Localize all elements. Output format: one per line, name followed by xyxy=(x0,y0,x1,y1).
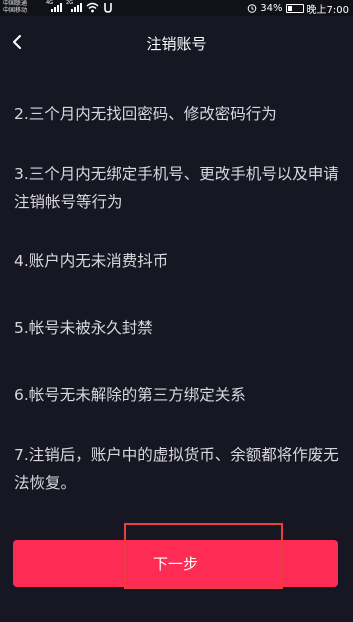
app-notification-icon xyxy=(104,3,112,13)
alarm-icon xyxy=(247,4,257,13)
requirement-item: 4.账户内无未消费抖币 xyxy=(14,252,169,270)
status-right: 34% 晚上7:00 xyxy=(247,1,349,16)
carrier-1-name: 中国联通 xyxy=(3,0,28,7)
next-step-button[interactable]: 下一步 xyxy=(13,540,338,587)
requirement-item: 3.三个月内无绑定手机号、更改手机号以及申请注销帐号等行为 xyxy=(14,165,339,211)
requirement-item: 6.帐号无未解除的第三方绑定关系 xyxy=(14,386,246,404)
requirement-item: 7.注销后，账户中的虚拟货币、余额都将作废无法恢复。 xyxy=(14,446,339,492)
wifi-icon xyxy=(86,2,99,13)
battery-icon xyxy=(285,3,304,13)
signal-icon xyxy=(71,3,82,12)
battery-level xyxy=(287,5,293,11)
clock: 晚上7:00 xyxy=(306,4,349,16)
carrier-2-name: 中国移动 xyxy=(3,7,28,14)
requirement-item: 2.三个月内无找回密码、修改密码行为 xyxy=(14,105,277,123)
nav-bar: 注销账号 xyxy=(0,16,353,72)
signal-icon xyxy=(51,3,62,12)
page-title: 注销账号 xyxy=(146,35,207,53)
requirement-item: 5.帐号未被永久封禁 xyxy=(14,319,153,337)
screen: 中国联通 中国移动 4G 2G 34% 晚上7:00 注销账号 2.三个月内无找… xyxy=(0,0,353,622)
battery-percent: 34% xyxy=(260,2,283,14)
carrier-info: 中国联通 中国移动 xyxy=(3,0,27,14)
status-bar: 中国联通 中国移动 4G 2G 34% 晚上7:00 xyxy=(0,0,353,16)
